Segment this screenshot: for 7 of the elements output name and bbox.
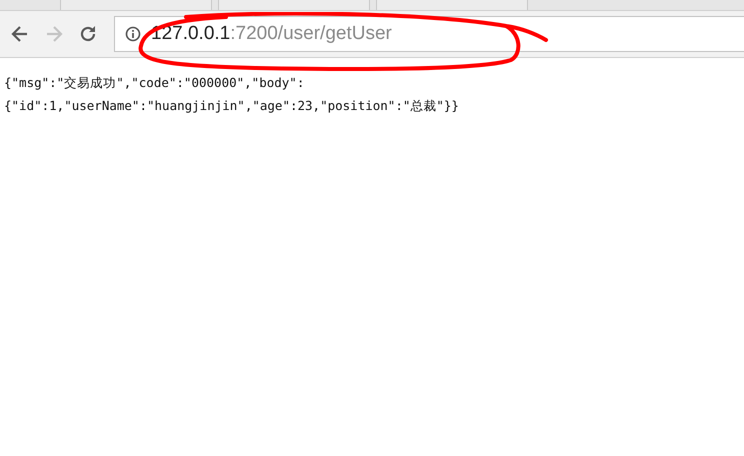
- json-text: {"id":1,"userName":"huangjinjin","age":23,"position":"总裁"}}: [4, 97, 459, 115]
- address-bar[interactable]: 127.0.0.1:7200/user/getUser: [114, 16, 744, 52]
- back-icon[interactable]: [10, 24, 30, 44]
- info-icon[interactable]: [125, 26, 141, 42]
- url-text: 127.0.0.1:7200/user/getUser: [151, 23, 392, 45]
- reload-icon[interactable]: [78, 24, 98, 44]
- json-text: {"msg":"交易成功","code":"000000","body":: [4, 74, 304, 92]
